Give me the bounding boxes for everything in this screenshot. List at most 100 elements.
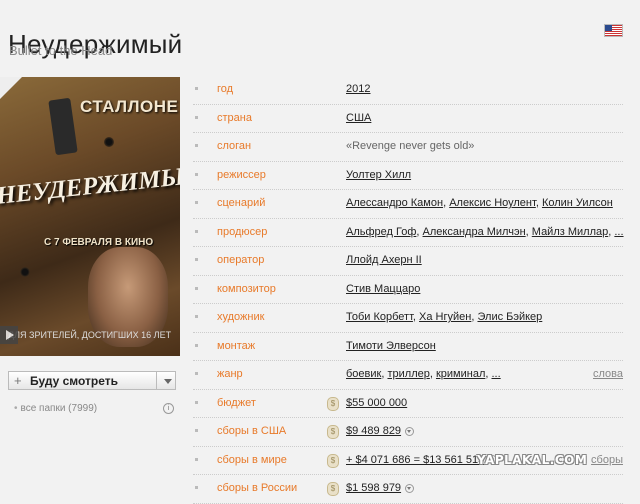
info-link[interactable]: криминал [436,368,485,380]
movie-info-table: год 2012 страна США слоган «Revenge never get… [193,76,624,504]
info-value: США [346,112,371,124]
info-row: продюсер Альфред Гоф, Александра Милчэн, … [193,219,624,247]
info-key: сборы в России [217,482,298,494]
info-value: 2012 [346,83,370,95]
money-icon: $ [327,425,339,439]
info-key: режиссер [217,168,266,181]
bullet-icon [195,115,198,119]
info-link[interactable]: Альфред Гоф [346,226,416,238]
bullet-hole [20,267,30,277]
watermark: YAPLAKAL.COM [477,453,588,467]
info-row: год 2012 [193,76,623,105]
info-key: продюсер [217,225,268,238]
info-link[interactable]: Элис Бэйкер [477,311,542,323]
bullet-icon [195,229,198,233]
chevron-down-icon[interactable] [164,379,172,384]
side-link[interactable]: сборы [591,454,623,466]
info-value: $1 598 979 [346,482,415,494]
bullet-hole [104,137,114,147]
info-link[interactable]: боевик [346,368,381,380]
info-value: Ллойд Ахерн II [346,254,422,266]
info-link[interactable]: триллер [387,368,429,380]
all-folders-link[interactable]: • все папки (7999) [14,403,97,414]
info-link[interactable]: Стив Маццаро [346,283,420,295]
bullet-icon [195,315,198,318]
info-row: оператор Ллойд Ахерн II [193,247,623,276]
info-link[interactable]: Тимоти Элверсон [346,340,436,352]
bullet-icon [195,172,198,176]
info-value: $55 000 000 [346,397,407,409]
bullet-icon [195,372,198,375]
info-link[interactable]: Ха Нгуйен [419,311,471,323]
info-row: сценарий Алессандро Камон, Алексис Ноулен… [193,190,623,219]
info-row: монтаж Тимоти Элверсон [193,333,623,361]
movie-poster[interactable]: СТАЛЛОНЕ НЕУДЕРЖИМЫЙ С 7 ФЕВРАЛЯ В КИНО … [0,77,180,356]
info-value: Тоби Корбетт, Ха Нгуйен, Элис Бэйкер [346,311,543,323]
info-key: художник [217,311,265,323]
info-row: сборы в России $ $1 598 979 [193,475,623,504]
poster-gun [48,97,78,156]
bullet-icon [195,87,198,90]
tagline-text: «Revenge never gets old» [346,140,475,152]
expand-icon[interactable] [405,483,415,493]
bullet-icon [195,343,198,347]
info-row: режиссер Уолтер Хилл [193,162,623,190]
info-value: $9 489 829 [346,425,415,437]
poster-title: НЕУДЕРЖИМЫЙ [0,161,180,210]
info-row: страна США [193,105,623,133]
bullet-icon [195,201,198,204]
info-value: + $4 071 686 = $13 561 515 [346,454,498,466]
poster-corner [0,77,22,99]
play-icon[interactable] [0,326,18,344]
plus-icon: + [14,373,22,388]
info-value: Алессандро Камон, Алексис Ноулент, Колин… [346,197,613,209]
info-link[interactable]: $55 000 000 [346,397,407,409]
info-row: жанр боевик, триллер, криминал, ... слова [193,361,623,390]
info-key: монтаж [217,339,256,352]
info-link[interactable]: + $4 071 686 = $13 561 515 [346,454,484,466]
info-value: Альфред Гоф, Александра Милчэн, Майлз Ми… [346,225,624,238]
bullet-icon [195,429,198,432]
bullet-icon [195,400,198,404]
button-divider [156,372,157,389]
info-row: слоган «Revenge never gets old» [193,133,623,162]
page-subtitle: Bullet to the Head [9,43,113,58]
info-key: страна [217,111,252,124]
info-link[interactable]: ... [492,368,501,380]
info-link[interactable]: Уолтер Хилл [346,169,411,181]
poster-actor-name: СТАЛЛОНЕ [80,97,179,116]
will-watch-button[interactable]: + Буду смотреть [8,371,176,390]
info-link[interactable]: ... [614,226,623,238]
info-link[interactable]: Алексис Ноулент [449,197,536,209]
usa-flag-icon [604,24,623,37]
all-folders-label: все папки (7999) [20,403,98,414]
info-row: художник Тоби Корбетт, Ха Нгуйен, Элис Бэ… [193,304,623,333]
info-link[interactable]: Тоби Корбетт [346,311,413,323]
info-link[interactable]: $1 598 979 [346,482,401,494]
info-value: Уолтер Хилл [346,169,411,181]
info-link[interactable]: 2012 [346,83,370,95]
info-link[interactable]: Алессандро Камон [346,197,443,209]
info-link[interactable]: Майлз Миллар [532,226,608,238]
expand-icon[interactable] [405,426,415,436]
info-link[interactable]: США [346,112,371,124]
poster-age-note: ДЛЯ ЗРИТЕЛЕЙ, ДОСТИГШИХ 16 ЛЕТ [8,330,172,340]
info-link[interactable]: Александра Милчэн [423,226,526,238]
bullet-icon [195,486,198,489]
info-icon[interactable]: i [163,403,174,414]
info-row: бюджет $ $55 000 000 [193,390,623,418]
side-link[interactable]: слова [593,368,623,380]
info-key: композитор [217,282,276,295]
info-value: боевик, триллер, криминал, ... [346,368,501,380]
bullet-icon [195,286,198,290]
bullet-icon [195,144,198,147]
info-key: год [217,83,234,95]
info-link[interactable]: $9 489 829 [346,425,401,437]
info-value: Стив Маццаро [346,283,420,295]
info-value: «Revenge never gets old» [346,140,474,152]
money-icon: $ [327,453,339,468]
info-link[interactable]: Ллойд Ахерн II [346,254,422,266]
money-icon: $ [327,482,339,496]
info-key: оператор [217,254,265,266]
info-link[interactable]: Колин Уилсон [542,197,613,209]
